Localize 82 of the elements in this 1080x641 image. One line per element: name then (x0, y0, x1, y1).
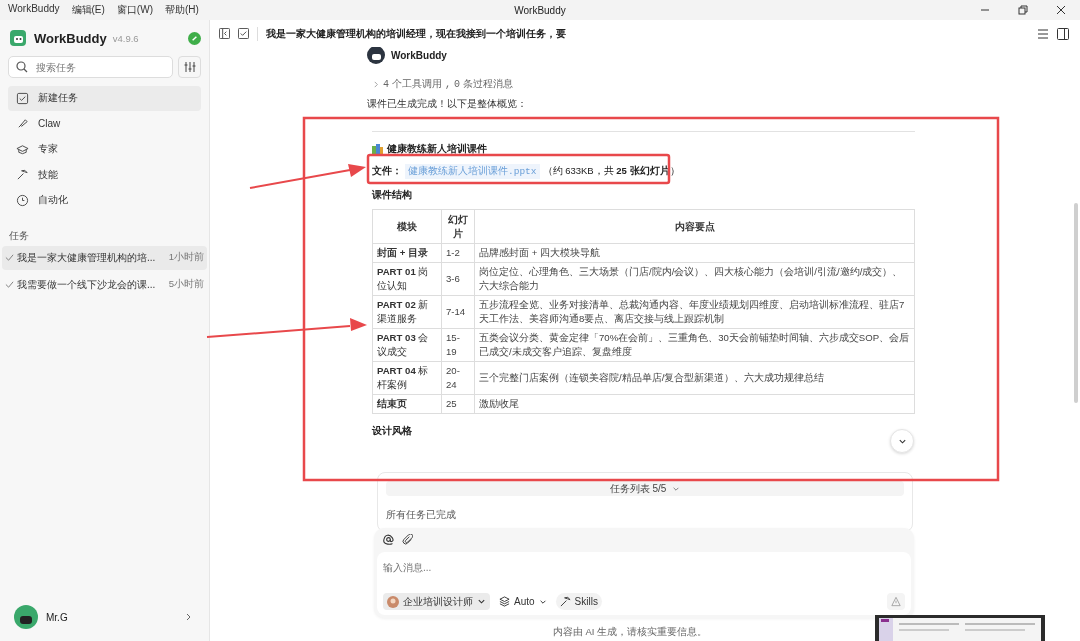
avatar-icon (14, 605, 38, 629)
table-cell: 五类会议分类、黄金定律「70%在会前」、三重角色、30天会前铺垫时间轴、六步成交SOP、会后已成交/未成交客户追踪、复盘维度 (474, 328, 915, 362)
restore-icon[interactable] (1018, 5, 1028, 15)
table-cell: 3-6 (441, 262, 475, 296)
cap-icon (16, 142, 29, 156)
tool-icon (16, 168, 29, 182)
search-icon (16, 61, 28, 73)
checkbox-icon[interactable] (238, 28, 249, 39)
panel-icon[interactable] (1057, 27, 1069, 40)
task-list-toggle[interactable]: 任务列表 5/5 (386, 481, 904, 496)
task-item[interactable]: 我是一家大健康管理机构的培... 1小时前 (2, 245, 207, 270)
warning-icon (891, 596, 901, 607)
table-cell: 7-14 (441, 295, 475, 329)
table-cell: 1-2 (441, 243, 475, 263)
section-heading: 设计风格 (372, 424, 412, 438)
check-icon (16, 91, 29, 105)
document-title: 健康教练新人培训课件 (387, 142, 487, 156)
table-cell: 岗位定位、心理角色、三大场景（门店/院内/会议）、四大核心能力（会培训/引流/邀约/成交）、六大综合能力 (474, 262, 915, 296)
task-status: 所有任务已完成 (386, 508, 457, 522)
table-cell: 三个完整门店案例（连锁美容院/精品单店/复合型新渠道）、六大成功规律总结 (474, 361, 915, 395)
menu-item[interactable]: 编辑(E) (71, 3, 105, 17)
search-field[interactable]: 搜索任务 (8, 56, 173, 78)
hammer-icon (559, 596, 571, 607)
column-header: 幻灯片 (441, 209, 475, 244)
table-cell: 品牌感封面 + 四大模块导航 (474, 243, 915, 263)
chevron-right-icon (373, 80, 380, 88)
menu-item[interactable]: 窗口(W) (116, 3, 153, 17)
skills-button[interactable]: Skills (555, 593, 602, 610)
section-label: 任务 (8, 228, 30, 243)
model-dropdown[interactable]: Auto (495, 593, 551, 610)
window-title: WorkBuddy (513, 4, 567, 16)
avatar-icon (387, 595, 399, 608)
agent-dropdown[interactable]: 企业培训设计师 (383, 593, 490, 610)
menu-item[interactable]: WorkBuddy (8, 3, 60, 17)
app-name: WorkBuddy (34, 30, 107, 46)
menu-icon[interactable] (1037, 27, 1049, 40)
collapse-sidebar-icon[interactable] (219, 28, 230, 39)
user-name: Mr.G (46, 611, 68, 623)
disclaimer-text: 内容由 AI 生成，请核实重要信息。 (551, 626, 709, 639)
message-field[interactable]: 输入消息... 企业培训设计师 Auto Skills (377, 552, 911, 615)
chevron-right-icon[interactable] (185, 613, 193, 621)
table-cell: 15-19 (441, 328, 475, 362)
clock-icon (16, 193, 29, 207)
nav-item[interactable]: Claw (8, 111, 201, 136)
nav-item[interactable]: 自动化 (8, 188, 201, 213)
column-header: 模块 (372, 209, 442, 244)
task-item[interactable]: 我需要做一个线下沙龙会的课... 5小时前 (2, 272, 207, 297)
table-cell: 25 (441, 394, 475, 414)
column-header: 内容要点 (474, 209, 915, 244)
table-cell: 结束页 (372, 394, 442, 414)
table-cell: 20-24 (441, 361, 475, 395)
books-icon (372, 144, 383, 154)
section-heading: 课件结构 (372, 188, 412, 202)
table-cell: 封面 + 目录 (372, 243, 442, 263)
avatar-icon (367, 47, 385, 64)
sender-name: WorkBuddy (391, 49, 447, 61)
table-cell: 激励收尾 (474, 394, 915, 414)
process-summary[interactable]: 4 个工具调用 , 0 条过程消息 (373, 77, 514, 91)
file-label: 文件： (372, 165, 402, 178)
table-cell: PART 03 会议成交 (372, 328, 442, 362)
table-cell: PART 04 标杆案例 (372, 361, 442, 395)
nav-item[interactable]: 新建任务 (8, 86, 201, 111)
chevron-down-icon (477, 597, 486, 606)
message-text: 课件已生成完成！以下是整体概览： (367, 98, 528, 111)
paperclip-icon[interactable] (402, 534, 413, 545)
nav-item[interactable]: 专家 (8, 137, 201, 162)
check-icon (5, 253, 14, 262)
menu-item[interactable]: 帮助(H) (164, 3, 199, 17)
close-icon[interactable] (1056, 5, 1066, 15)
conversation-title: 我是一家大健康管理机构的培训经理，现在我接到一个培训任务，要 (266, 26, 566, 41)
mention-icon[interactable] (383, 534, 394, 545)
layers-icon (499, 596, 510, 607)
check-icon (5, 280, 14, 289)
table-cell: PART 02 新渠道服务 (372, 295, 442, 329)
sliders-icon (183, 61, 196, 73)
filter-button[interactable] (178, 56, 201, 78)
logo-icon (8, 28, 28, 48)
table-cell: 五步流程全览、业务对接清单、总裁沟通内容、年度业绩规划四维度、启动培训标准流程、驻店7天工作法、美容师沟通8要点、离店交接与线上跟踪机制 (474, 295, 915, 329)
version-label: v4.9.6 (112, 32, 139, 44)
search-input[interactable]: 搜索任务 (34, 60, 158, 74)
nav-item[interactable]: 技能 (8, 162, 201, 187)
table-cell: PART 01 岗位认知 (372, 262, 442, 296)
